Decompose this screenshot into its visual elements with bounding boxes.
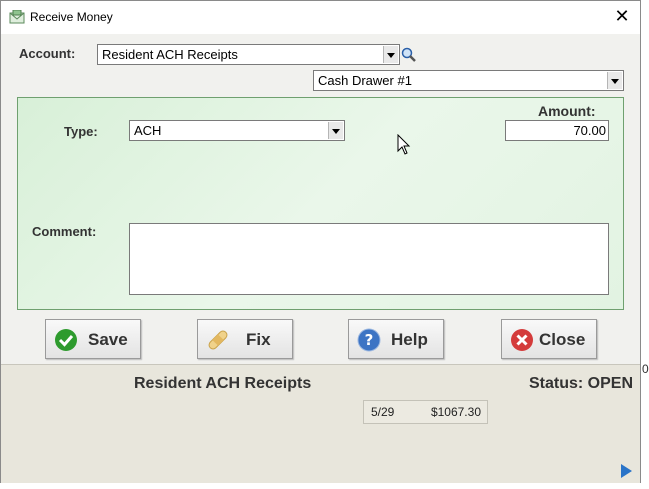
save-button-label: Save: [88, 330, 128, 349]
type-select[interactable]: ACH: [129, 120, 345, 141]
title-bar: Receive Money ✕: [1, 1, 640, 34]
entry-date: 5/29: [371, 405, 395, 419]
type-select-value: ACH: [134, 123, 162, 138]
money-envelope-icon: [9, 10, 25, 24]
window-close-button[interactable]: ✕: [612, 7, 632, 27]
summary-account-name: Resident ACH Receipts: [134, 375, 312, 392]
cash-drawer-select[interactable]: Cash Drawer #1: [313, 70, 624, 91]
help-button-label: Help: [391, 330, 428, 349]
comment-field[interactable]: [129, 223, 609, 295]
fix-button[interactable]: Fix: [197, 319, 293, 359]
account-select[interactable]: Resident ACH Receipts: [97, 44, 400, 65]
search-icon[interactable]: [401, 47, 417, 63]
window-title: Receive Money: [30, 10, 113, 24]
entry-amount: $1067.30: [430, 405, 481, 419]
chevron-down-icon[interactable]: [328, 122, 343, 139]
comment-label: Comment:: [32, 224, 97, 239]
amount-field[interactable]: 70.00: [505, 120, 609, 141]
svg-text:?: ?: [365, 331, 374, 349]
mouse-cursor-icon: [397, 134, 411, 155]
bandage-icon: [208, 330, 228, 350]
fix-button-label: Fix: [246, 330, 271, 349]
close-button[interactable]: Close: [501, 319, 597, 359]
receive-money-window: Receive Money ✕ Account: Resident ACH Re…: [0, 0, 641, 483]
save-button[interactable]: Save: [45, 319, 141, 359]
account-select-value: Resident ACH Receipts: [102, 47, 238, 62]
amount-value: 70.00: [573, 123, 606, 138]
help-button[interactable]: ? Help: [348, 319, 444, 359]
amount-label: Amount:: [538, 103, 596, 119]
type-label: Type:: [64, 124, 98, 139]
account-label: Account:: [19, 46, 76, 61]
check-icon: [55, 329, 77, 351]
edge-text: 0: [642, 362, 649, 376]
status-text: Status: OPEN: [529, 375, 634, 392]
summary-panel: Resident ACH Receipts Status: OPEN 5/29 …: [1, 364, 640, 483]
question-icon: ?: [357, 328, 381, 352]
chevron-down-icon[interactable]: [607, 72, 622, 89]
x-circle-icon: [511, 329, 533, 351]
play-arrow-icon[interactable]: [621, 464, 632, 478]
close-button-label: Close: [539, 330, 586, 349]
chevron-down-icon[interactable]: [383, 46, 398, 63]
cash-drawer-value: Cash Drawer #1: [318, 73, 412, 88]
list-item[interactable]: 5/29 $1067.30: [363, 400, 488, 424]
